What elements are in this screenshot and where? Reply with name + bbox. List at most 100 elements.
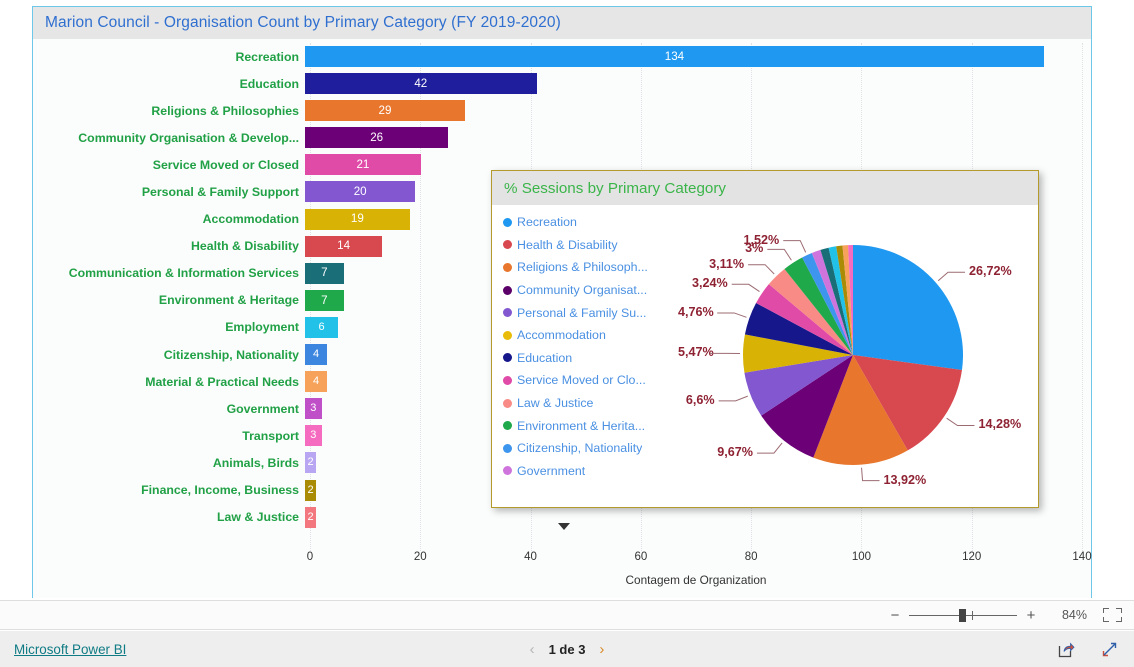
legend-item[interactable]: Education <box>498 347 680 370</box>
pie-panel-title: % Sessions by Primary Category <box>504 179 726 197</box>
fit-to-screen-icon[interactable] <box>1103 608 1122 622</box>
bar-value-label: 4 <box>312 348 320 361</box>
legend-color-dot-icon <box>503 375 512 385</box>
x-axis-tick-label: 140 <box>1072 551 1092 563</box>
bar-value-label: 4 <box>312 375 320 388</box>
legend-item[interactable]: Community Organisat... <box>498 279 680 302</box>
pie-panel-body: Recreation Health & Disability Religions &… <box>492 205 1040 530</box>
report-footer: Microsoft Power BI ‹ 1 de 3 › <box>0 631 1134 667</box>
legend-item-label: Service Moved or Clo... <box>517 373 646 388</box>
bar-segment[interactable]: 2 <box>305 479 317 501</box>
legend-item-label: Health & Disability <box>517 237 618 252</box>
bar-category-label: Material & Practical Needs <box>145 374 299 389</box>
bar-value-label: 2 <box>307 456 314 469</box>
legend-item[interactable]: Law & Justice <box>498 392 680 415</box>
legend-item[interactable]: Service Moved or Clo... <box>498 369 680 392</box>
legend-color-dot-icon <box>503 330 512 340</box>
zoom-slider-thumb[interactable] <box>958 608 966 622</box>
bar-row[interactable]: Community Organisation & Develop... 26 <box>33 124 1082 151</box>
bar-segment[interactable]: 26 <box>305 127 449 149</box>
bar-segment[interactable]: 3 <box>305 398 322 420</box>
bar-segment[interactable]: 4 <box>305 371 328 393</box>
legend-color-dot-icon <box>503 217 512 227</box>
bar-category-label: Personal & Family Support <box>141 185 299 200</box>
bar-segment[interactable]: 19 <box>305 208 410 230</box>
legend-item-label: Education <box>517 350 573 365</box>
zoom-out-button[interactable]: − <box>887 608 903 623</box>
chevron-right-icon[interactable]: › <box>599 642 604 657</box>
legend-item[interactable]: Health & Disability <box>498 234 680 257</box>
visual-header: Marion Council - Organisation Count by P… <box>33 7 1091 39</box>
bar-segment[interactable]: 29 <box>305 100 465 122</box>
bar-track: 29 <box>305 97 1082 124</box>
legend-color-dot-icon <box>503 421 512 431</box>
share-icon[interactable] <box>1058 641 1075 658</box>
x-axis-tick-label: 0 <box>306 551 314 563</box>
legend-color-dot-icon <box>503 443 512 453</box>
bar-segment[interactable]: 20 <box>305 181 416 203</box>
legend-item[interactable]: Citizenship, Nationality <box>498 437 680 460</box>
bar-value-label: 3 <box>310 402 317 415</box>
legend-item[interactable]: Government <box>498 460 680 483</box>
bar-category-label: Government <box>226 401 299 416</box>
bar-track: 26 <box>305 124 1082 151</box>
gridline <box>1082 43 1083 551</box>
legend-color-dot-icon <box>503 308 512 318</box>
bar-segment[interactable]: 14 <box>305 235 383 257</box>
bar-row[interactable]: Religions & Philosophies 29 <box>33 97 1082 124</box>
legend-item-label: Accommodation <box>517 328 606 343</box>
bar-value-label: 26 <box>370 130 384 144</box>
legend-color-dot-icon <box>503 466 512 476</box>
pie-chart-panel[interactable]: % Sessions by Primary Category Recreatio… <box>491 170 1040 530</box>
pie-legend[interactable]: Recreation Health & Disability Religions &… <box>498 211 680 482</box>
bar-segment[interactable]: 21 <box>305 154 421 176</box>
x-axis-tick-label: 120 <box>962 551 982 563</box>
legend-color-dot-icon <box>503 398 512 408</box>
page-indicator: 1 de 3 <box>548 641 586 657</box>
bar-segment[interactable]: 6 <box>305 316 339 338</box>
bar-segment[interactable]: 2 <box>305 452 317 474</box>
legend-item-label: Personal & Family Su... <box>517 305 647 320</box>
bar-row[interactable]: Education 42 <box>33 70 1082 97</box>
legend-item[interactable]: Accommodation <box>498 324 680 347</box>
bar-segment[interactable]: 134 <box>305 46 1044 67</box>
bar-category-label: Education <box>239 76 299 91</box>
legend-item[interactable]: Personal & Family Su... <box>498 301 680 324</box>
bar-segment[interactable]: 7 <box>305 262 344 284</box>
bar-value-label: 20 <box>353 185 367 199</box>
bar-segment[interactable]: 42 <box>305 73 537 95</box>
bar-track: 42 <box>305 70 1082 97</box>
bar-row[interactable]: Recreation 134 <box>33 43 1082 70</box>
legend-item[interactable]: Recreation <box>498 211 680 234</box>
bar-category-label: Religions & Philosophies <box>151 103 299 118</box>
bar-value-label: 7 <box>321 266 328 280</box>
zoom-slider[interactable] <box>909 608 1017 622</box>
bar-value-label: 21 <box>356 158 370 172</box>
bar-value-label: 3 <box>310 429 317 442</box>
bar-segment[interactable]: 7 <box>305 289 344 311</box>
x-axis-ticks: 0 20 40 60 80 100 120 140 <box>306 551 1092 571</box>
zoom-level-label: 84% <box>1061 608 1087 622</box>
bar-value-label: 7 <box>321 293 328 307</box>
visual-body: Recreation 134 Education 42 Religions & Phil… <box>33 39 1092 598</box>
legend-item[interactable]: Religions & Philosoph... <box>498 256 680 279</box>
legend-item[interactable]: Environment & Herita... <box>498 414 680 437</box>
bar-category-label: Finance, Income, Business <box>141 483 299 498</box>
chevron-left-icon[interactable]: ‹ <box>530 642 535 657</box>
power-bi-brand-link[interactable]: Microsoft Power BI <box>14 642 126 657</box>
legend-item-label: Community Organisat... <box>517 283 648 298</box>
zoom-in-button[interactable]: + <box>1023 608 1039 623</box>
legend-item-label: Law & Justice <box>517 396 594 411</box>
bar-value-label: 29 <box>378 103 392 117</box>
legend-item-label: Environment & Herita... <box>517 418 646 433</box>
x-axis-tick-label: 60 <box>634 551 648 563</box>
bar-category-label: Service Moved or Closed <box>152 157 299 172</box>
bar-segment[interactable]: 4 <box>305 344 328 366</box>
bar-segment[interactable]: 3 <box>305 425 322 447</box>
chevron-down-icon[interactable] <box>558 523 570 530</box>
pie-graphic[interactable]: 26,72% 14,28% 13,92% 9,67% 6,6% 5,47% 4,76% 3,2… <box>678 205 1040 507</box>
legend-color-dot-icon <box>503 353 512 363</box>
fullscreen-icon[interactable] <box>1101 641 1118 658</box>
legend-item-label: Recreation <box>517 215 577 230</box>
bar-segment[interactable]: 2 <box>305 506 317 528</box>
